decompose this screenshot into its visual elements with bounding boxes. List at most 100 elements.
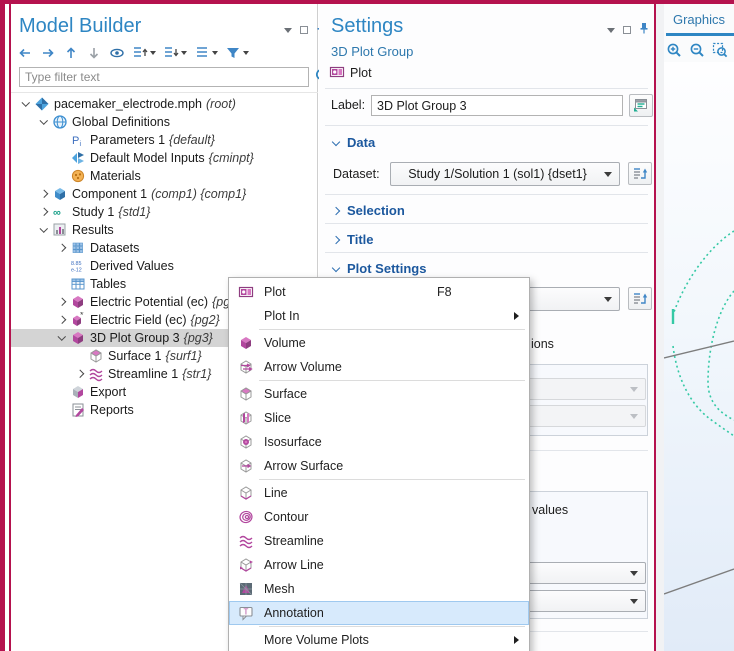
forward-arrow-icon[interactable] [40,45,56,61]
zoom-extents-icon[interactable] [712,42,728,63]
menu-item-isosurface[interactable]: Isosurface [229,430,529,454]
menu-item-arrow-surface[interactable]: Arrow Surface [229,454,529,478]
tree-item-label: Study 1 [72,205,114,219]
collapse-all-icon[interactable] [163,45,187,61]
menu-item-volume[interactable]: Volume [229,331,529,355]
window-border [0,0,734,4]
settings-window-icons [607,21,649,39]
chevron-down-icon [630,571,638,576]
back-arrow-icon[interactable] [17,45,33,61]
tree-item-parameters-1[interactable]: PiParameters 1{default} [11,131,318,149]
model-tree-nodes-icon[interactable] [194,45,218,61]
zoom-out-icon[interactable] [689,42,705,63]
model-inputs-icon [69,150,87,166]
chevron-spacer [55,403,69,417]
chevron-down-icon[interactable] [55,331,69,345]
label-field-label: Label: [331,98,365,112]
show-icon[interactable] [109,45,125,61]
chevron-spacer [55,151,69,165]
section-selection[interactable]: Selection [333,203,405,218]
svg-text:e-12: e-12 [71,268,82,274]
chevron-right-icon[interactable] [55,313,69,327]
move-down-icon[interactable] [86,45,102,61]
chevron-right-icon[interactable] [55,241,69,255]
chevron-down-icon [243,51,249,55]
menu-item-plot[interactable]: PlotF8 [229,280,529,304]
chevron-right-icon[interactable] [37,205,51,219]
label-input[interactable] [371,95,623,116]
tab-graphics[interactable]: Graphics [664,12,734,27]
section-title[interactable]: Title [333,232,374,247]
chevron-spacer [55,277,69,291]
chevron-down-icon[interactable] [37,223,51,237]
go-to-view-button[interactable] [628,287,652,310]
rename-toggle-button[interactable] [629,94,653,117]
pin-icon[interactable] [639,21,649,39]
go-to-source-button[interactable] [628,162,652,185]
model-builder-title: Model Builder [19,15,141,38]
chevron-right-icon[interactable] [73,367,87,381]
dataset-select[interactable]: Study 1/Solution 1 (sol1) {dset1} [390,162,620,186]
menu-item-surface[interactable]: Surface [229,382,529,406]
materials-icon [69,168,87,184]
tree-item-label: Streamline 1 [108,367,178,381]
arrow-line-icon [236,556,256,574]
graphics-panel: Graphics [664,4,734,651]
chevron-down-icon [630,414,638,419]
panel-menu-icon[interactable] [607,28,615,33]
tree-item-default-model-inputs[interactable]: Default Model Inputs{cminpt} [11,149,318,167]
menu-item-annotation[interactable]: TAnnotation [229,601,529,625]
plot-group-3d-star-icon: * [69,312,87,328]
float-icon[interactable] [623,26,631,34]
context-menu: PlotF8Plot In VolumeArrow Volume Surface Sl… [228,277,530,651]
chevron-right-icon[interactable] [55,295,69,309]
plot-button-label: Plot [350,66,372,80]
menu-item-mesh[interactable]: Mesh [229,577,529,601]
tree-item-tag: (root) [206,97,236,111]
menu-item-streamline[interactable]: Streamline [229,529,529,553]
section-data[interactable]: Data [333,135,375,150]
tree-item-pacemaker-electrode-mph[interactable]: pacemaker_electrode.mph (root) [11,95,318,113]
chevron-down-icon[interactable] [37,115,51,129]
menu-item-slice[interactable]: Slice [229,406,529,430]
tree-item-label: pacemaker_electrode.mph [54,97,202,111]
menu-item-label: Slice [264,411,291,425]
tree-item-results[interactable]: Results [11,221,318,239]
menu-item-line[interactable]: Line [229,481,529,505]
expand-all-icon[interactable] [132,45,156,61]
menu-item-contour[interactable]: Contour [229,505,529,529]
filter-input[interactable] [19,67,309,87]
section-plot-settings[interactable]: Plot Settings [333,261,426,276]
panel-menu-icon[interactable] [284,28,292,33]
zoom-in-icon[interactable] [666,42,682,63]
tree-item-label: 3D Plot Group 3 [90,331,180,345]
slice-icon [236,409,256,427]
tree-item-datasets[interactable]: Datasets [11,239,318,257]
tree-item-global-definitions[interactable]: Global Definitions [11,113,318,131]
streamline-icon [87,366,105,382]
graphics-viewport[interactable] [664,62,734,651]
menu-item-more-volume-plots[interactable]: More Volume Plots [229,628,529,651]
chevron-right-icon[interactable] [37,187,51,201]
svg-text:P: P [72,135,79,147]
float-icon[interactable] [300,26,308,34]
chevron-spacer [55,133,69,147]
tree-item-label: Global Definitions [72,115,170,129]
menu-item-arrow-volume[interactable]: Arrow Volume [229,355,529,379]
tree-item-study-1[interactable]: ∞Study 1{std1} [11,203,318,221]
filter-icon[interactable] [225,45,249,61]
tree-item-label: Export [90,385,126,399]
plot-button[interactable]: Plot [329,63,372,83]
svg-text:*: * [80,312,84,320]
move-up-icon[interactable] [63,45,79,61]
menu-item-arrow-line[interactable]: Arrow Line [229,553,529,577]
datasets-icon [69,240,87,256]
window-border [9,4,11,651]
tree-item-materials[interactable]: Materials [11,167,318,185]
svg-text:i: i [80,141,82,148]
menu-item-plot-in[interactable]: Plot In [229,304,529,328]
tree-item-derived-values[interactable]: 8.85e-12Derived Values [11,257,318,275]
divider [325,125,648,126]
chevron-down-icon[interactable] [19,97,33,111]
tree-item-component-1[interactable]: Component 1(comp1) {comp1} [11,185,318,203]
